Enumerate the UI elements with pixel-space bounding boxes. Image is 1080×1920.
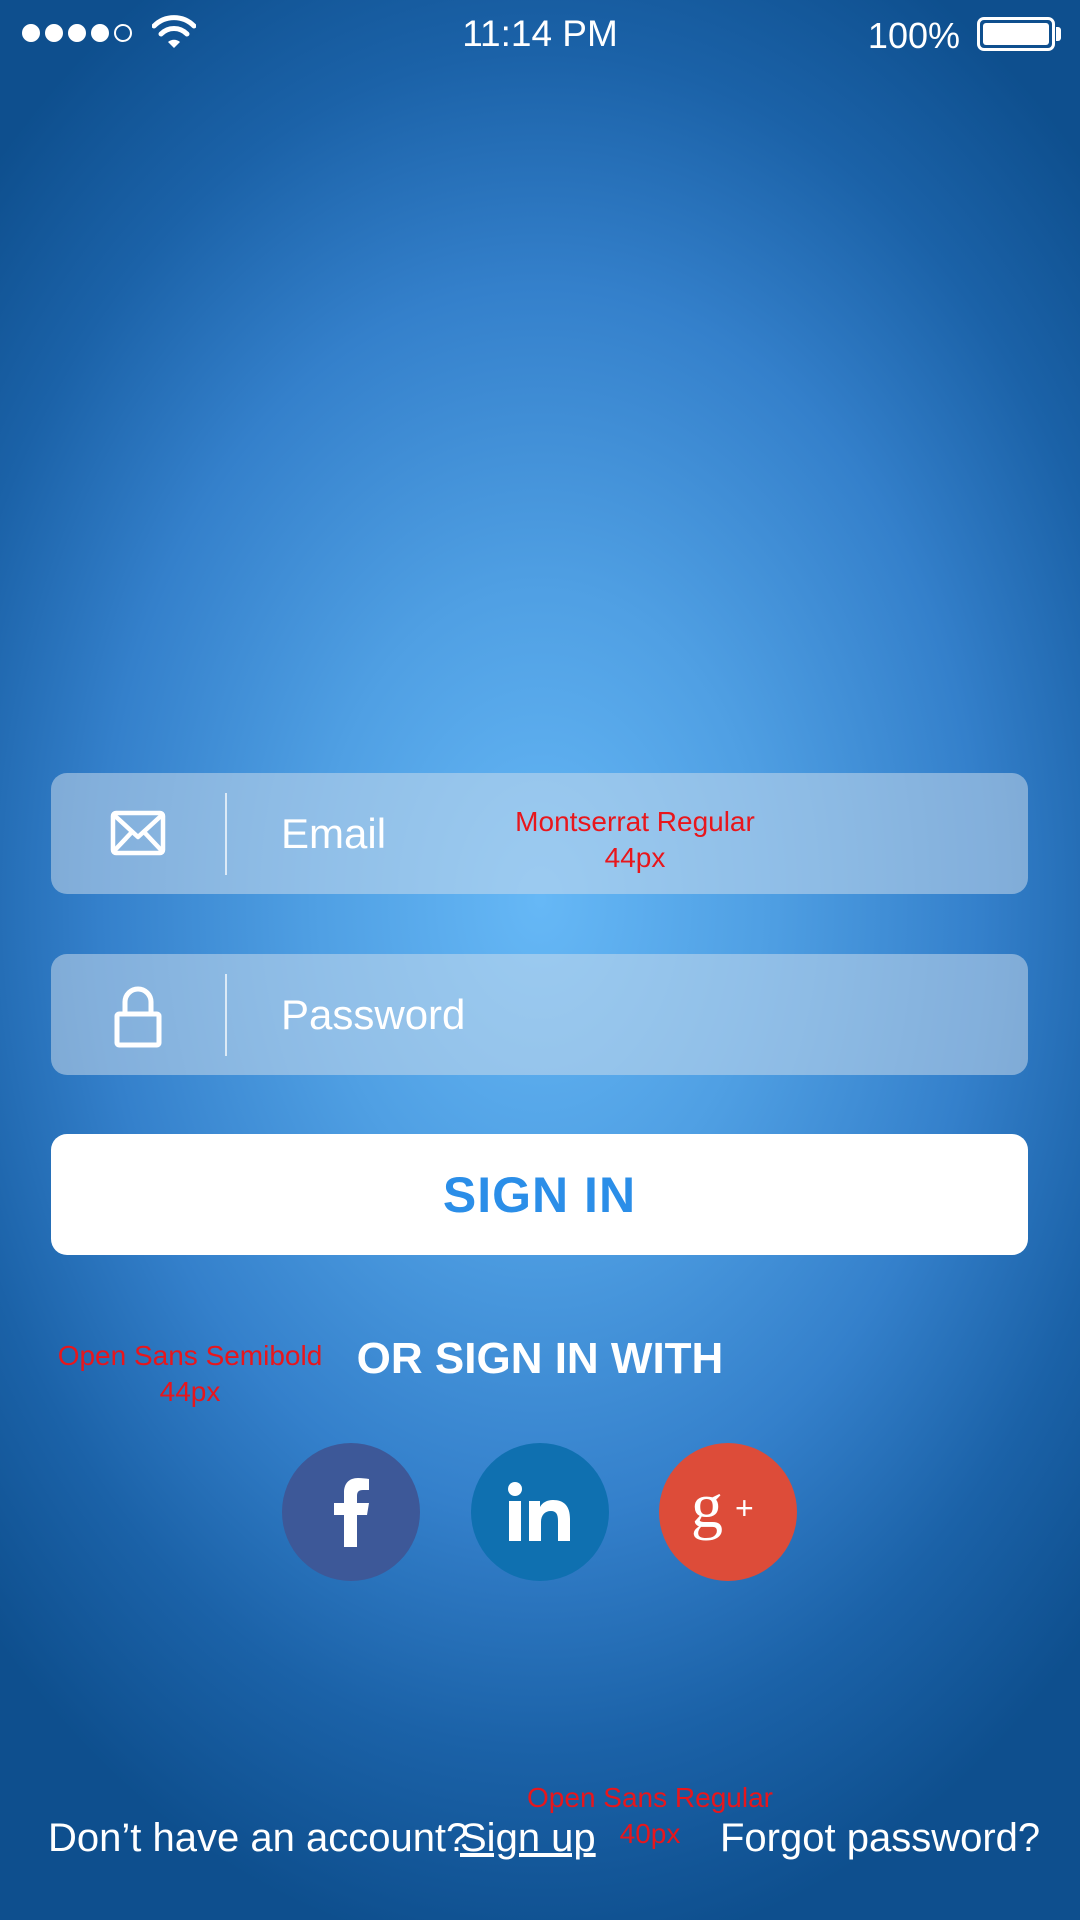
or-sign-in-with-label: OR SIGN IN WITH — [356, 1334, 724, 1383]
field-divider — [225, 793, 227, 875]
facebook-icon — [334, 1478, 369, 1547]
envelope-icon — [110, 810, 166, 856]
no-account-text: Don’t have an account? — [48, 1816, 469, 1860]
google-plus-button[interactable]: g + — [659, 1443, 797, 1581]
annotation-font-size: 44px — [604, 842, 666, 873]
status-bar: 11:14 PM 100% — [0, 0, 1080, 66]
lock-icon — [114, 986, 162, 1048]
field-divider — [225, 974, 227, 1056]
password-input[interactable] — [281, 954, 981, 1075]
forgot-password-link[interactable]: Forgot password? — [720, 1810, 1040, 1866]
battery-icon — [977, 17, 1055, 51]
login-screen: 11:14 PM 100% Montserrat Regular 44px SI… — [0, 0, 1080, 1920]
or-sign-in-font-annotation: Open Sans Semibold 44px — [18, 1338, 362, 1410]
battery-cap — [1056, 27, 1061, 41]
sign-in-button[interactable]: SIGN IN — [51, 1134, 1028, 1255]
annotation-font-name: Montserrat Regular — [515, 806, 755, 837]
annotation-font-name: Open Sans Semibold — [57, 1340, 323, 1371]
google-plus-icon: g + — [691, 1479, 754, 1541]
svg-text:+: + — [735, 1490, 754, 1526]
annotation-font-size: 44px — [159, 1376, 221, 1407]
svg-text:g: g — [691, 1479, 723, 1541]
password-field[interactable] — [51, 954, 1028, 1075]
linkedin-button[interactable] — [471, 1443, 609, 1581]
linkedin-icon — [508, 1482, 570, 1541]
sign-up-link[interactable]: Sign up — [460, 1810, 596, 1866]
battery-percentage: 100% — [867, 15, 960, 56]
facebook-button[interactable] — [282, 1443, 420, 1581]
email-font-annotation: Montserrat Regular 44px — [470, 804, 800, 876]
